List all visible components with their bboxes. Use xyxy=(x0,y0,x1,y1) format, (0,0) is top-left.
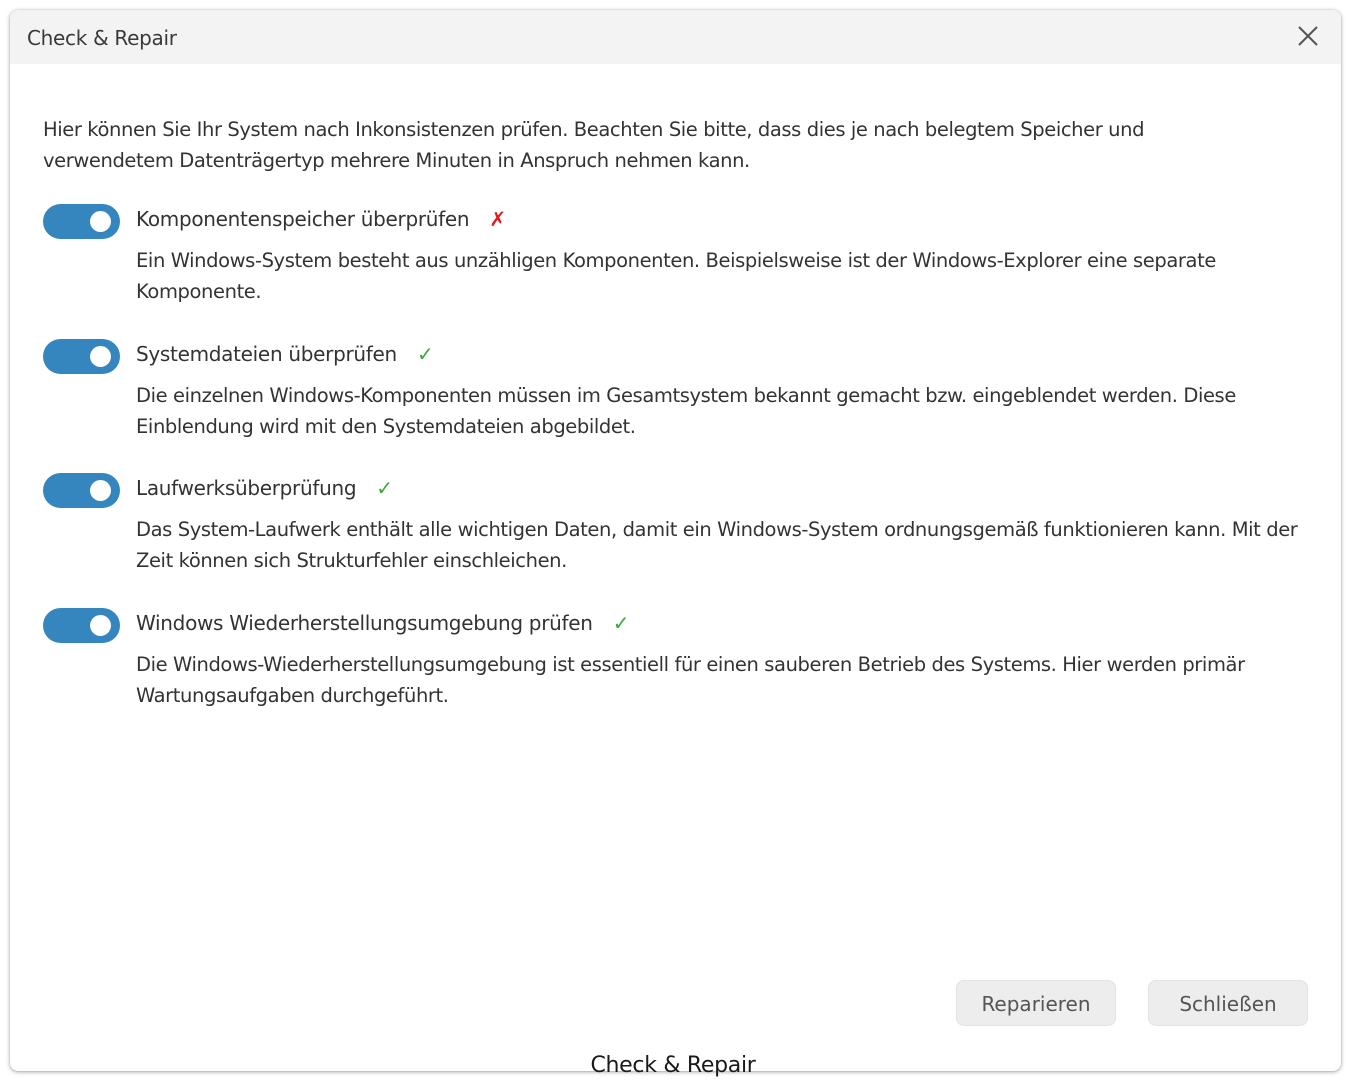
option-label: Systemdateien überprüfen ✓ xyxy=(136,342,434,366)
option-label: Komponentenspeicher überprüfen ✗ xyxy=(136,207,506,231)
option-label-text: Systemdateien überprüfen xyxy=(136,342,397,366)
option-label-text: Laufwerksüberprüfung xyxy=(136,476,357,500)
close-dialog-button[interactable]: Schließen xyxy=(1148,980,1308,1026)
check-icon: ✓ xyxy=(612,611,630,635)
toggle-component-store[interactable] xyxy=(43,204,120,239)
close-button[interactable] xyxy=(1295,23,1321,49)
window-title: Check & Repair xyxy=(27,26,177,50)
close-icon xyxy=(1298,26,1318,46)
check-repair-dialog: Check & Repair Hier können Sie Ihr Syste… xyxy=(10,10,1341,1071)
check-icon: ✓ xyxy=(416,342,434,366)
toggle-knob xyxy=(90,615,111,636)
toggle-recovery-environment[interactable] xyxy=(43,608,120,643)
toggle-system-files[interactable] xyxy=(43,339,120,374)
option-label-text: Windows Wiederherstellungsumgebung prüfe… xyxy=(136,611,593,635)
option-description: Die Windows-Wiederherstellungsumgebung i… xyxy=(136,653,1245,707)
option-description: Ein Windows-System besteht aus unzählige… xyxy=(136,249,1216,303)
toggle-knob xyxy=(90,211,111,232)
check-icon: ✓ xyxy=(376,476,393,500)
window-caption: Check & Repair xyxy=(590,1053,756,1078)
option-label: Windows Wiederherstellungsumgebung prüfe… xyxy=(136,611,629,635)
option-label: Laufwerksüberprüfung ✓ xyxy=(136,476,393,500)
fail-icon: ✗ xyxy=(489,207,506,231)
option-label-text: Komponentenspeicher überprüfen xyxy=(136,207,470,231)
repair-button[interactable]: Reparieren xyxy=(956,980,1116,1026)
toggle-knob xyxy=(90,480,111,501)
toggle-drive-check[interactable] xyxy=(43,473,120,508)
option-description: Die einzelnen Windows-Komponenten müssen… xyxy=(136,384,1236,438)
title-bar: Check & Repair xyxy=(10,10,1341,64)
intro-text: Hier können Sie Ihr System nach Inkonsis… xyxy=(43,118,1145,172)
toggle-knob xyxy=(90,346,111,367)
option-description: Das System-Laufwerk enthält alle wichtig… xyxy=(136,518,1298,572)
